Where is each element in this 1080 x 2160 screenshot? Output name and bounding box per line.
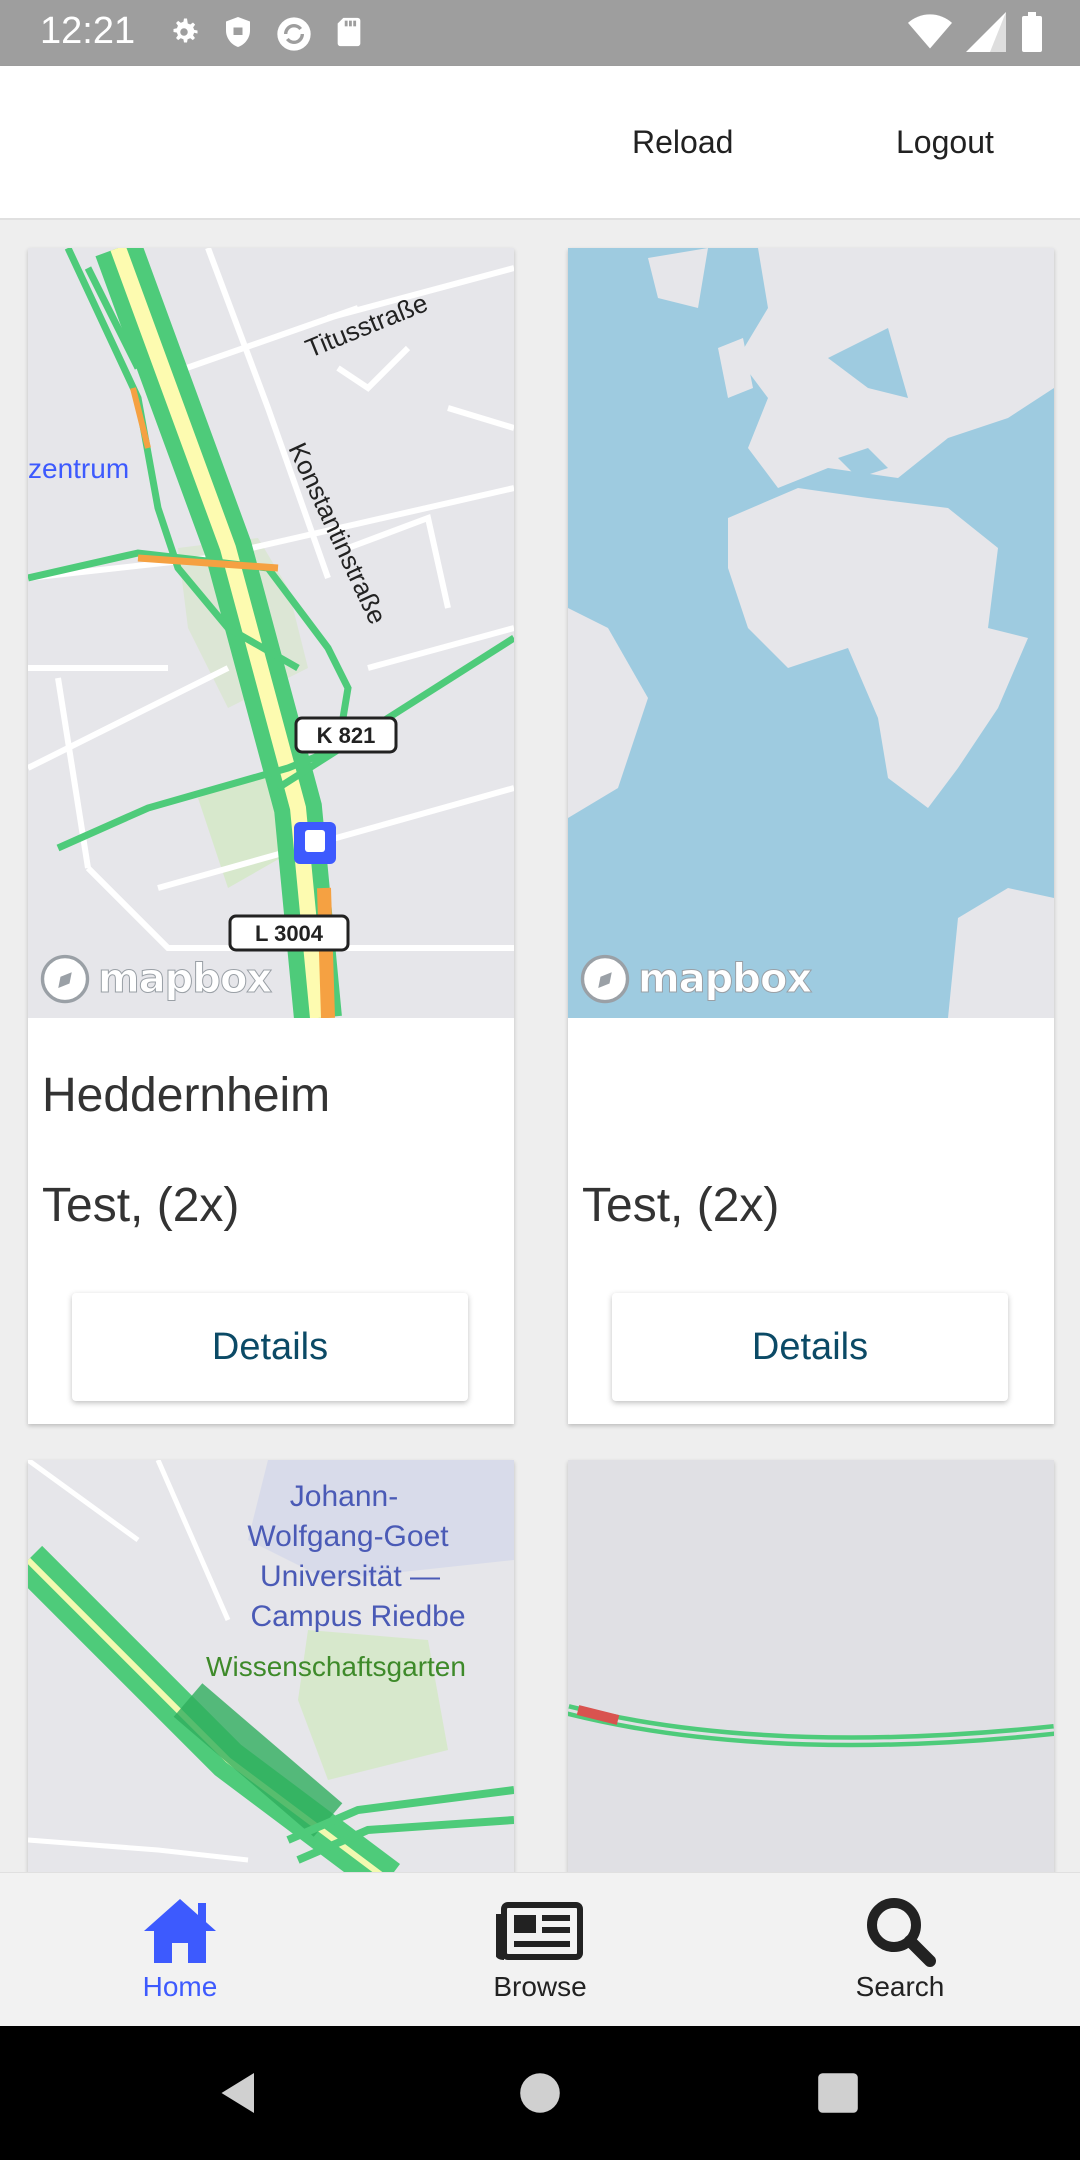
location-card: mapbox Test, (2x) Details (568, 248, 1054, 1424)
card-subtitle: Test, (2x) (582, 1179, 780, 1232)
map-label: Wissenschaftsgarten (206, 1651, 466, 1682)
mapbox-logo: mapbox (38, 952, 273, 1006)
mapbox-icon (40, 954, 90, 1004)
card-subtitle: Test, (2x) (42, 1179, 240, 1232)
recents-icon[interactable] (816, 2071, 860, 2115)
system-navigation-bar (0, 2026, 1080, 2160)
shield-icon (220, 14, 256, 59)
map-label: Universität — (260, 1560, 440, 1593)
map-label: Campus Riedbe (250, 1600, 465, 1633)
map-label: Wolfgang-Goet (247, 1520, 449, 1553)
map-label: Johann- (290, 1480, 398, 1513)
details-button[interactable]: Details (72, 1293, 468, 1401)
nav-browse[interactable]: Browse (440, 1873, 640, 2027)
newspaper-icon (496, 1902, 583, 1960)
nav-home-label: Home (142, 1971, 218, 2002)
card-grid[interactable]: zentrum Titusstraße Konstantinstraße K 8… (0, 220, 1080, 1872)
back-icon[interactable] (214, 2068, 264, 2118)
location-card: Johann- Wolfgang-Goet Universität — Camp… (28, 1460, 514, 1872)
card-title: Heddernheim (42, 1069, 331, 1122)
wifi-icon (908, 12, 952, 57)
nav-search-label: Search (855, 1971, 945, 2002)
gear-icon (166, 14, 202, 59)
location-card (568, 1460, 1054, 1872)
home-icon (144, 1899, 216, 1963)
sync-icon (274, 14, 314, 59)
map-preview: mapbox (568, 248, 1054, 1018)
map-label: zentrum (28, 453, 129, 484)
map-preview: zentrum Titusstraße Konstantinstraße K 8… (28, 248, 514, 1018)
mapbox-attribution: mapbox (97, 956, 272, 1003)
mapbox-icon (580, 954, 630, 1004)
search-icon (867, 1898, 936, 1967)
home-circle-icon[interactable] (518, 2071, 562, 2115)
battery-icon (1020, 12, 1044, 57)
road-shield: L 3004 (255, 921, 324, 946)
bottom-navigation: Home Browse Search (0, 1872, 1080, 2027)
app-header: Reload Logout (0, 66, 1080, 220)
sd-card-icon (332, 14, 366, 59)
mapbox-attribution: mapbox (637, 956, 812, 1003)
map-preview: Johann- Wolfgang-Goet Universität — Camp… (28, 1460, 514, 1872)
logout-button[interactable]: Logout (896, 124, 994, 161)
map-preview (568, 1460, 1054, 1872)
nav-search[interactable]: Search (800, 1873, 1000, 2027)
nav-browse-label: Browse (493, 1971, 587, 2002)
status-bar: 12:21 (0, 0, 1080, 66)
nav-home[interactable]: Home (80, 1873, 280, 2027)
details-button[interactable]: Details (612, 1293, 1008, 1401)
road-shield: K 821 (317, 723, 376, 748)
reload-button[interactable]: Reload (632, 124, 733, 161)
status-time: 12:21 (40, 10, 136, 52)
mapbox-logo: mapbox (578, 952, 813, 1006)
signal-icon (966, 12, 1006, 57)
location-card: zentrum Titusstraße Konstantinstraße K 8… (28, 248, 514, 1424)
